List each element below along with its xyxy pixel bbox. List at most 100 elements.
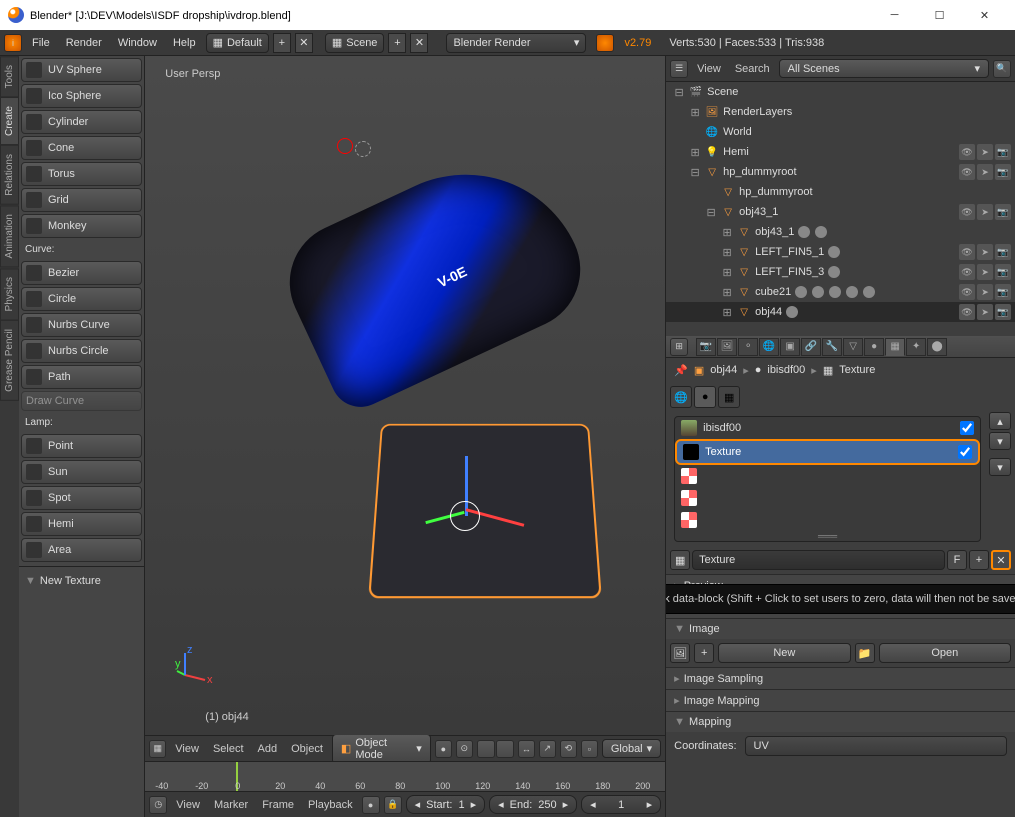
add-monkey-button[interactable]: Monkey xyxy=(21,214,142,238)
tree-row[interactable]: ▽hp_dummyroot xyxy=(666,182,1015,202)
fake-user-button[interactable]: F xyxy=(947,550,967,570)
add-uv-sphere-button[interactable]: UV Sphere xyxy=(21,58,142,82)
panel-image-sampling[interactable]: ▸Image Sampling xyxy=(666,668,1015,689)
tab-scene-icon[interactable]: ⚬ xyxy=(738,338,758,356)
timeline-ruler[interactable]: -40-200204060801001201401601802002202402… xyxy=(145,761,665,791)
tl-frame-menu[interactable]: Frame xyxy=(257,799,299,811)
layout-add-button[interactable]: + xyxy=(273,33,291,53)
draw-curve-button[interactable]: Draw Curve xyxy=(21,391,142,411)
new-texture-button[interactable]: + xyxy=(969,550,989,570)
expand-icon[interactable]: ⊞ xyxy=(721,226,733,239)
tab-material-icon[interactable]: ● xyxy=(864,338,884,356)
end-frame-field[interactable]: ◂End: 250▸ xyxy=(489,795,577,814)
menu-render[interactable]: Render xyxy=(60,37,108,49)
add-path-button[interactable]: Path xyxy=(21,365,142,389)
scale-manip-icon[interactable]: ▫ xyxy=(581,740,598,758)
expand-icon[interactable]: ⊟ xyxy=(689,166,701,179)
expand-icon[interactable]: ⊞ xyxy=(689,146,701,159)
add-circle-button[interactable]: Circle xyxy=(21,287,142,311)
coord-selector[interactable]: UV xyxy=(745,736,1007,756)
mat-tex-ctx[interactable]: ● xyxy=(694,386,716,408)
layer-button[interactable] xyxy=(496,740,514,758)
tex-enable-checkbox[interactable] xyxy=(958,445,972,459)
object-menu[interactable]: Object xyxy=(286,743,328,755)
tree-row[interactable]: ⊞▽obj44👁➤📷 xyxy=(666,302,1015,322)
texture-slot-empty[interactable] xyxy=(675,509,980,531)
current-frame-field[interactable]: ◂1▸ xyxy=(581,795,661,814)
select-icon[interactable]: ➤ xyxy=(977,284,993,300)
tab-particles-icon[interactable]: ✦ xyxy=(906,338,926,356)
tab-object-icon[interactable]: ▣ xyxy=(780,338,800,356)
panel-image-mapping[interactable]: ▸Image Mapping xyxy=(666,690,1015,711)
add-menu[interactable]: Add xyxy=(253,743,283,755)
add-cone-button[interactable]: Cone xyxy=(21,136,142,160)
render-icon[interactable]: 📷 xyxy=(995,284,1011,300)
expand-icon[interactable]: ⊞ xyxy=(721,286,733,299)
add-point-lamp-button[interactable]: Point xyxy=(21,434,142,458)
tl-playback-menu[interactable]: Playback xyxy=(303,799,358,811)
layout-delete-button[interactable]: ✕ xyxy=(295,33,313,53)
visible-icon[interactable]: 👁 xyxy=(959,144,975,160)
world-tex-ctx[interactable]: 🌐 xyxy=(670,386,692,408)
image-browse-button[interactable]: 🖼 xyxy=(670,643,690,663)
pin-icon[interactable]: 📌 xyxy=(674,364,688,377)
tab-modifiers-icon[interactable]: 🔧 xyxy=(822,338,842,356)
tree-row[interactable]: ⊞▽LEFT_FIN5_3👁➤📷 xyxy=(666,262,1015,282)
add-nurbs-curve-button[interactable]: Nurbs Curve xyxy=(21,313,142,337)
visible-icon[interactable]: 👁 xyxy=(959,304,975,320)
add-area-lamp-button[interactable]: Area xyxy=(21,538,142,562)
tl-view-menu[interactable]: View xyxy=(171,799,205,811)
close-button[interactable]: ✕ xyxy=(962,0,1007,30)
layout-selector[interactable]: ▦Default xyxy=(206,33,269,53)
editor-type-icon[interactable]: ▦ xyxy=(149,740,166,758)
scene-add-button[interactable]: + xyxy=(388,33,406,53)
bc-object[interactable]: obj44 xyxy=(710,364,737,376)
image-new-button[interactable]: New xyxy=(718,643,850,663)
add-cylinder-button[interactable]: Cylinder xyxy=(21,110,142,134)
tree-row[interactable]: ⊞▽cube21👁➤📷 xyxy=(666,282,1015,302)
tree-row[interactable]: ⊟🎬Scene xyxy=(666,82,1015,102)
add-ico-sphere-button[interactable]: Ico Sphere xyxy=(21,84,142,108)
image-add-button[interactable]: + xyxy=(694,643,714,663)
render-icon[interactable]: 📷 xyxy=(995,264,1011,280)
editor-type-icon[interactable]: ◷ xyxy=(149,796,167,814)
add-bezier-button[interactable]: Bezier xyxy=(21,261,142,285)
tree-row[interactable]: ⊟▽hp_dummyroot👁➤📷 xyxy=(666,162,1015,182)
visible-icon[interactable]: 👁 xyxy=(959,284,975,300)
select-icon[interactable]: ➤ xyxy=(977,304,993,320)
tab-renderlayers-icon[interactable]: 🖼 xyxy=(717,338,737,356)
mode-selector[interactable]: ◧Object Mode▾ xyxy=(332,734,431,764)
expand-icon[interactable]: ⊟ xyxy=(673,86,685,99)
outliner-search-menu[interactable]: Search xyxy=(730,63,775,75)
render-icon[interactable]: 📷 xyxy=(995,204,1011,220)
tab-tools[interactable]: Tools xyxy=(0,56,19,97)
panel-mapping[interactable]: ▼Mapping xyxy=(666,712,1015,732)
rotate-manip-icon[interactable]: ⟲ xyxy=(560,740,577,758)
render-engine-selector[interactable]: Blender Render▾ xyxy=(446,33,586,53)
add-spot-lamp-button[interactable]: Spot xyxy=(21,486,142,510)
texture-slot-1[interactable]: Texture xyxy=(675,439,980,465)
other-tex-ctx[interactable]: ▦ xyxy=(718,386,740,408)
menu-help[interactable]: Help xyxy=(167,37,202,49)
visible-icon[interactable]: 👁 xyxy=(959,164,975,180)
add-torus-button[interactable]: Torus xyxy=(21,162,142,186)
expand-icon[interactable]: ⊞ xyxy=(721,306,733,319)
layer-button[interactable] xyxy=(477,740,495,758)
expand-icon[interactable]: ⊞ xyxy=(721,246,733,259)
bc-texture[interactable]: Texture xyxy=(839,364,875,376)
menu-window[interactable]: Window xyxy=(112,37,163,49)
texture-slot-0[interactable]: ibisdf00 xyxy=(675,417,980,439)
pivot-icon[interactable]: ⊙ xyxy=(456,740,473,758)
lock-icon[interactable]: 🔒 xyxy=(384,796,402,814)
start-frame-field[interactable]: ◂Start: 1▸ xyxy=(406,795,485,814)
tree-row[interactable]: 🌐World xyxy=(666,122,1015,142)
texture-slot-list[interactable]: ibisdf00 Texture ═══ xyxy=(674,416,981,542)
3d-viewport[interactable]: User Persp (1) obj44 x y z xyxy=(145,56,665,735)
render-icon[interactable]: 📷 xyxy=(995,304,1011,320)
texture-slot-empty[interactable] xyxy=(675,487,980,509)
add-hemi-lamp-button[interactable]: Hemi xyxy=(21,512,142,536)
panel-image[interactable]: ▼Image xyxy=(666,619,1015,639)
tree-row[interactable]: ⊞▽LEFT_FIN5_1👁➤📷 xyxy=(666,242,1015,262)
editor-type-icon[interactable]: ☰ xyxy=(670,60,688,78)
tree-row[interactable]: ⊞▽obj43_1 xyxy=(666,222,1015,242)
